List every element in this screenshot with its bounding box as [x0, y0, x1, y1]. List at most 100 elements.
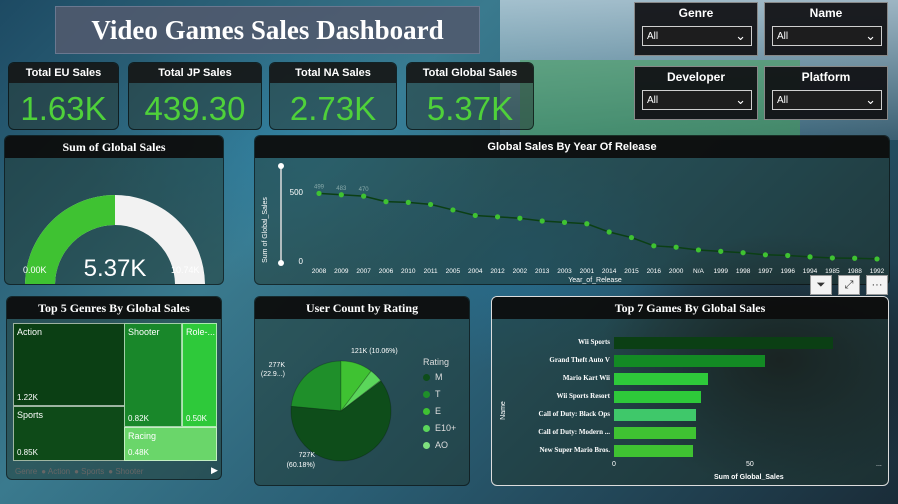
bar[interactable]: [614, 355, 765, 367]
treemap-cell-sports[interactable]: Sports 0.85K: [13, 406, 130, 461]
treemap-legend-item[interactable]: ● Sports: [74, 467, 104, 476]
line-point[interactable]: [740, 250, 746, 256]
line-point[interactable]: [428, 201, 434, 208]
line-y-axis-label: Sum of Global_Sales: [262, 197, 269, 263]
legend-dot: [423, 390, 430, 398]
line-x-tick: 1992: [870, 268, 885, 275]
more-options-icon[interactable]: ...: [876, 461, 882, 468]
legend-label: AO: [435, 440, 449, 450]
bar-category-label: New Super Mario Bros.: [539, 446, 610, 454]
slicer-platform-dropdown[interactable]: All ⌄: [772, 90, 882, 110]
line-point[interactable]: [695, 247, 702, 253]
line-point[interactable]: [807, 254, 813, 260]
slicer-platform[interactable]: Platform All ⌄: [764, 66, 888, 120]
bar[interactable]: [614, 391, 702, 403]
line-point[interactable]: [361, 193, 367, 199]
line-point[interactable]: [517, 215, 523, 221]
line-point[interactable]: [316, 190, 322, 196]
line-point[interactable]: [829, 255, 835, 261]
treemap-legend: Genre ● Action ● Sports ● Shooter: [15, 467, 143, 476]
bar[interactable]: [614, 337, 834, 349]
line-y-tick-500: 500: [290, 188, 304, 197]
bar[interactable]: [614, 427, 696, 439]
line-point[interactable]: [494, 214, 501, 220]
legend-label: M: [435, 372, 443, 382]
pie-legend-title: Rating: [423, 357, 450, 367]
line-point[interactable]: [874, 256, 880, 262]
line-point[interactable]: [606, 229, 612, 235]
treemap-legend-item[interactable]: ● Shooter: [108, 467, 143, 476]
treemap-cell-name: Shooter: [128, 327, 160, 337]
line-x-tick: 2007: [356, 268, 371, 275]
line-x-tick: 2011: [424, 268, 438, 275]
chevron-down-icon: ⌄: [865, 92, 876, 107]
line-scroll-handle-top[interactable]: [278, 163, 284, 169]
line-point[interactable]: [785, 252, 791, 259]
bar[interactable]: [614, 373, 709, 385]
gauge-min: 0.00K: [23, 265, 47, 275]
treemap-cell-role[interactable]: Role-... 0.50K: [182, 323, 217, 427]
line-point[interactable]: [561, 219, 568, 225]
slicer-genre[interactable]: Genre All ⌄: [634, 2, 758, 56]
treemap-card[interactable]: Top 5 Genres By Global Sales Action 1.22…: [6, 296, 222, 480]
line-point[interactable]: [383, 199, 389, 205]
slicer-genre-dropdown[interactable]: All ⌄: [642, 26, 752, 46]
line-point[interactable]: [539, 218, 545, 224]
line-point[interactable]: [852, 255, 858, 261]
legend-next-icon[interactable]: ▶: [211, 465, 218, 476]
line-x-tick: 1997: [758, 268, 773, 275]
bar-x-tick-0: 0: [612, 461, 616, 468]
slicer-developer-dropdown[interactable]: All ⌄: [642, 90, 752, 110]
more-options-icon[interactable]: ···: [866, 275, 888, 295]
line-point[interactable]: [472, 212, 478, 219]
line-chart-card[interactable]: Global Sales By Year Of Release Sum of G…: [254, 135, 890, 285]
line-scroll-handle-bottom[interactable]: [278, 260, 284, 266]
line-y-tick-0: 0: [299, 257, 304, 266]
kpi-global-label: Total Global Sales: [407, 63, 533, 83]
legend-label: E10+: [435, 423, 457, 433]
slicer-developer[interactable]: Developer All ⌄: [634, 66, 758, 120]
treemap-cell-shooter[interactable]: Shooter 0.82K: [124, 323, 182, 427]
slicer-name-dropdown[interactable]: All ⌄: [772, 26, 882, 46]
line-x-tick: 1999: [714, 268, 729, 275]
slicer-name[interactable]: Name All ⌄: [764, 2, 888, 56]
dashboard-title-box: Video Games Sales Dashboard: [55, 6, 480, 54]
treemap-legend-item[interactable]: ● Action: [41, 467, 70, 476]
pie-legend-item[interactable]: M: [423, 372, 456, 382]
bar[interactable]: [614, 445, 693, 457]
kpi-global-sales: Total Global Sales 5.37K: [406, 62, 534, 130]
pie-legend-item[interactable]: T: [423, 389, 456, 399]
line-point[interactable]: [584, 221, 590, 227]
kpi-jp-label: Total JP Sales: [129, 63, 261, 83]
bar[interactable]: [614, 409, 697, 421]
pie-legend-item[interactable]: AO: [423, 440, 456, 450]
slicer-developer-label: Developer: [666, 70, 726, 84]
line-point[interactable]: [338, 192, 344, 198]
pie-legend-item[interactable]: E10+: [423, 423, 456, 433]
line-x-tick: 2004: [468, 268, 483, 275]
treemap-title: Top 5 Genres By Global Sales: [7, 297, 221, 319]
treemap-cell-action[interactable]: Action 1.22K: [13, 323, 130, 406]
line-point[interactable]: [628, 234, 635, 241]
filter-icon[interactable]: ⏷: [810, 275, 832, 295]
line-point[interactable]: [762, 252, 768, 258]
bar-category-label: Grand Theft Auto V: [549, 356, 610, 364]
kpi-eu-sales: Total EU Sales 1.63K: [8, 62, 119, 130]
pie-card[interactable]: User Count by Rating 121K (10.06%) 277K …: [254, 296, 470, 486]
line-point[interactable]: [718, 248, 724, 254]
pie-legend-item[interactable]: E: [423, 406, 456, 416]
treemap-cell-value: 0.82K: [128, 414, 149, 423]
gauge-card[interactable]: Sum of Global Sales 5.37K 0.00K 10.74K: [4, 135, 224, 285]
line-point[interactable]: [450, 207, 456, 213]
line-point[interactable]: [651, 243, 657, 249]
kpi-na-label: Total NA Sales: [270, 63, 396, 83]
treemap-cell-racing[interactable]: Racing 0.48K: [124, 427, 217, 461]
bar-chart-card[interactable]: Top 7 Games By Global Sales Name 0 50 Su…: [491, 296, 889, 486]
legend-label: T: [435, 389, 441, 399]
pie-slice-t[interactable]: [290, 360, 342, 412]
line-point[interactable]: [673, 244, 679, 250]
line-point[interactable]: [405, 199, 411, 205]
chevron-down-icon: ⌄: [865, 28, 876, 43]
treemap-cell-value: 0.85K: [17, 448, 38, 457]
focus-mode-icon[interactable]: ⤢: [838, 275, 860, 295]
